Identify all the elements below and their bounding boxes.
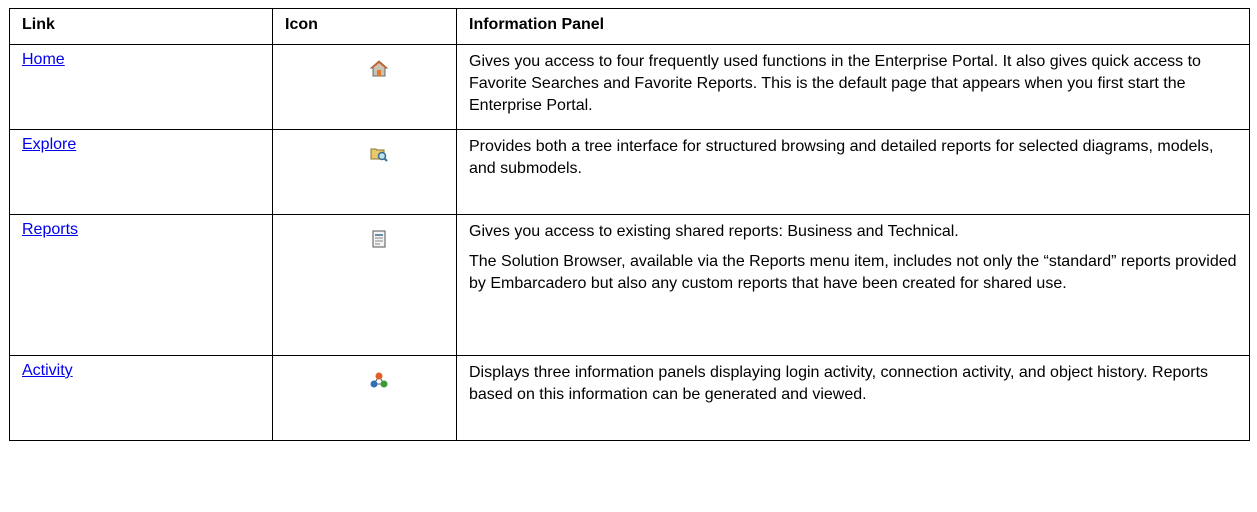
home-link[interactable]: Home bbox=[22, 51, 65, 68]
icon-cell bbox=[272, 44, 457, 130]
table-row: Home Gives you access to four frequently… bbox=[9, 44, 1250, 130]
info-paragraph: Displays three information panels displa… bbox=[469, 364, 1209, 403]
table-row: Activity Displays three information pane… bbox=[9, 355, 1250, 441]
explore-link[interactable]: Explore bbox=[22, 136, 76, 153]
home-icon bbox=[369, 59, 389, 79]
info-paragraph: Gives you access to four frequently used… bbox=[469, 53, 1201, 114]
info-paragraph: The Solution Browser, available via the … bbox=[469, 253, 1237, 292]
activity-link[interactable]: Activity bbox=[22, 362, 73, 379]
info-cell: Provides both a tree interface for struc… bbox=[456, 129, 1250, 215]
icon-cell bbox=[272, 355, 457, 441]
info-paragraph: Provides both a tree interface for struc… bbox=[469, 138, 1214, 177]
link-cell: Reports bbox=[9, 214, 273, 356]
header-information-panel: Information Panel bbox=[456, 8, 1250, 45]
explore-folder-search-icon bbox=[369, 144, 389, 164]
table-header-row: Link Icon Information Panel bbox=[9, 8, 1250, 45]
header-icon: Icon bbox=[272, 8, 457, 45]
link-cell: Explore bbox=[9, 129, 273, 215]
info-cell: Gives you access to existing shared repo… bbox=[456, 214, 1250, 356]
table-row: Reports Gives you access to existing sha… bbox=[9, 214, 1250, 356]
table-row: Explore Provides both a tree interface f… bbox=[9, 129, 1250, 215]
link-cell: Home bbox=[9, 44, 273, 130]
info-cell: Displays three information panels displa… bbox=[456, 355, 1250, 441]
reports-link[interactable]: Reports bbox=[22, 221, 78, 238]
link-icon-info-table: Link Icon Information Panel Home Gives y… bbox=[9, 8, 1250, 441]
activity-network-icon bbox=[369, 370, 389, 390]
info-paragraph: Gives you access to existing shared repo… bbox=[469, 223, 959, 240]
link-cell: Activity bbox=[9, 355, 273, 441]
icon-cell bbox=[272, 214, 457, 356]
icon-cell bbox=[272, 129, 457, 215]
header-link: Link bbox=[9, 8, 273, 45]
info-cell: Gives you access to four frequently used… bbox=[456, 44, 1250, 130]
report-document-icon bbox=[369, 229, 389, 249]
